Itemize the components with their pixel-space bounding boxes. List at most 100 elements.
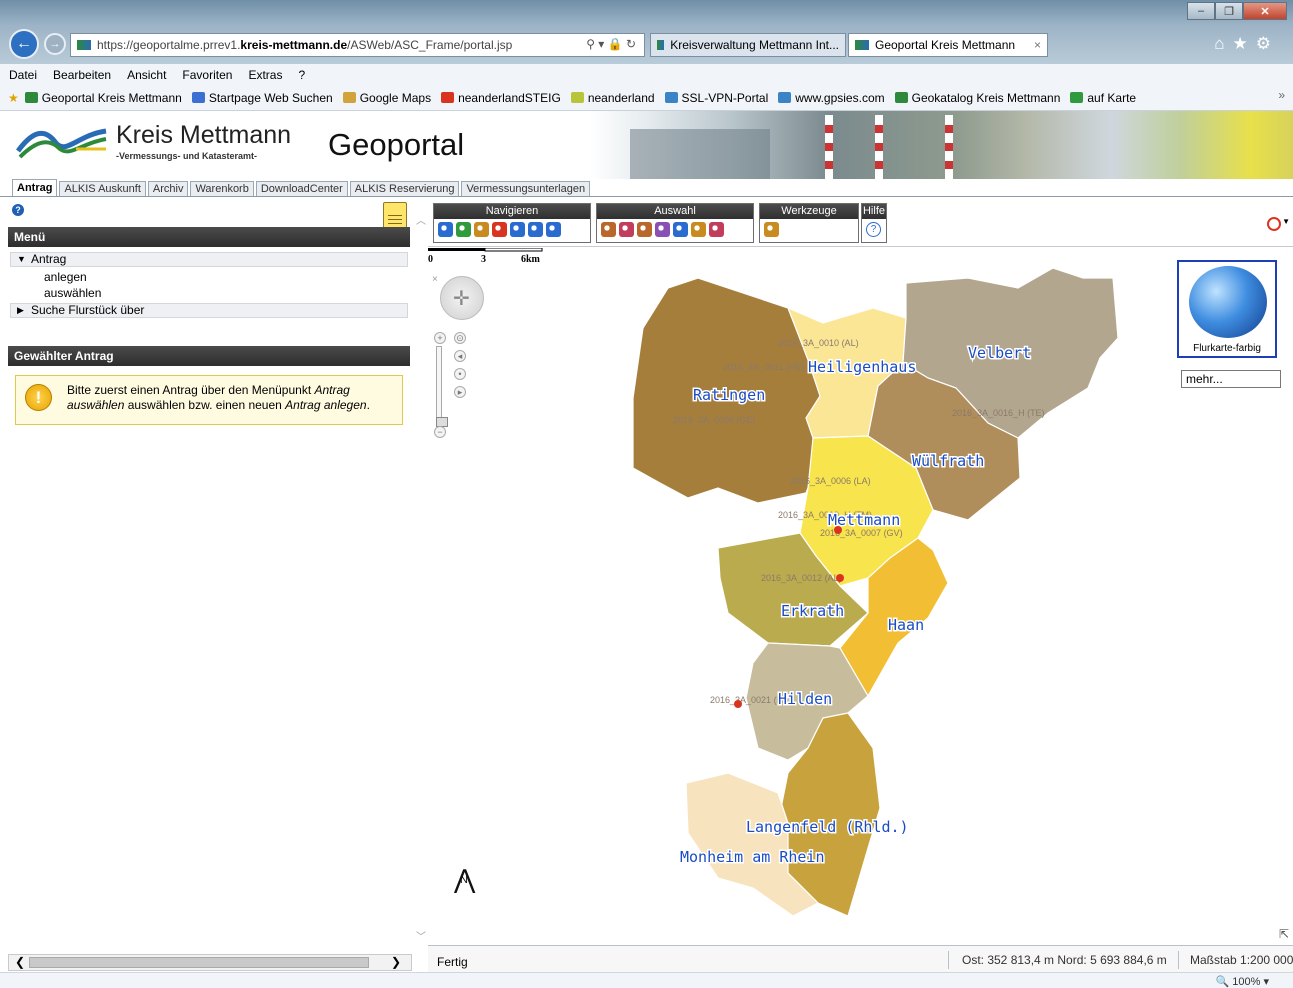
favorites-list: Geoportal Kreis Mettmann Startpage Web Su…	[24, 90, 1146, 105]
toolbar-group-help: Hilfe ?	[861, 203, 887, 243]
chevron-down-icon[interactable]: ▼	[1282, 217, 1290, 226]
favorite-item[interactable]: auf Karte	[1070, 91, 1136, 105]
tab-archiv[interactable]: Archiv	[147, 181, 189, 196]
map-view[interactable]: 2016_3A_0008 (GE) Ratingen 2016_3A_0010 (A…	[428, 248, 1293, 943]
zoom-level[interactable]: 🔍 100% ▾	[1216, 975, 1269, 988]
selection-tool-icon[interactable]	[709, 222, 724, 237]
scroll-left-icon[interactable]: ❮	[15, 955, 25, 969]
menu-item-auswaehlen[interactable]: auswählen	[44, 286, 101, 300]
favorites-star-icon[interactable]: ★	[1233, 34, 1256, 53]
region-code-label: 2016_3A_0011 (HE)	[723, 362, 804, 372]
home-icon[interactable]: ⌂	[1214, 34, 1232, 53]
navigate-tool-icon[interactable]	[438, 222, 453, 237]
tab-downloadcenter[interactable]: DownloadCenter	[255, 181, 348, 196]
tab-alkis-auskunft[interactable]: ALKIS Auskunft	[59, 181, 146, 196]
navigate-tool-icon[interactable]	[546, 222, 561, 237]
address-bar[interactable]: https://geoportalme.prrev1. kreis-mettman…	[70, 33, 645, 57]
tab-antrag[interactable]: Antrag	[12, 179, 58, 196]
panel-horizontal-scrollbar[interactable]: ❮ ❯	[8, 954, 412, 971]
favorite-item[interactable]: www.gpsies.com	[778, 91, 885, 105]
close-window-button[interactable]: ✕	[1243, 2, 1287, 20]
favorites-more-icon[interactable]: »	[1278, 88, 1285, 102]
favorite-icon	[1070, 92, 1084, 103]
browser-tools-icons[interactable]: ⌂★⚙	[1214, 34, 1279, 54]
pan-control[interactable]	[440, 276, 484, 320]
group-title: Hilfe	[862, 204, 886, 219]
scroll-down-icon[interactable]: ﹀	[415, 928, 427, 943]
minimize-button[interactable]: –	[1187, 2, 1215, 20]
zoom-full-icon[interactable]: ⊙	[454, 332, 466, 344]
marker-hilden[interactable]	[734, 700, 742, 708]
info-text-a: Bitte zuerst einen Antrag über den Menüp…	[67, 383, 315, 397]
selection-tool-icon[interactable]	[691, 222, 706, 237]
selection-tool-icon[interactable]	[619, 222, 634, 237]
zoom-slider[interactable]	[436, 346, 448, 427]
selection-tool-icon[interactable]	[601, 222, 616, 237]
map-svg[interactable]: 2016_3A_0008 (GE) Ratingen 2016_3A_0010 (A…	[428, 248, 1293, 943]
menu-favoriten[interactable]: Favoriten	[182, 68, 232, 82]
tab-close-icon[interactable]: ×	[1034, 38, 1041, 52]
panel-vertical-scrollbar[interactable]: ︿ ﹀	[414, 212, 428, 943]
favorite-item[interactable]: Geokatalog Kreis Mettmann	[894, 91, 1060, 105]
selection-tool-icon[interactable]	[655, 222, 670, 237]
menu-ansicht[interactable]: Ansicht	[127, 68, 166, 82]
resize-corner-icon[interactable]: ⇱	[1279, 927, 1289, 941]
favorite-label: Startpage Web Suchen	[208, 90, 333, 105]
building-shape	[630, 129, 770, 179]
maximize-button[interactable]: ❐	[1215, 2, 1243, 20]
scroll-right-icon[interactable]: ❯	[391, 955, 401, 969]
favorite-item[interactable]: Geoportal Kreis Mettmann	[24, 91, 182, 105]
gear-icon[interactable]: ⚙	[1256, 34, 1279, 53]
basemap-switcher[interactable]: Flurkarte-farbig	[1177, 260, 1277, 358]
navigate-tool-icon[interactable]	[474, 222, 489, 237]
center-icon[interactable]: •	[454, 368, 466, 380]
zoom-out-icon[interactable]: −	[434, 426, 446, 438]
region-code-label: 2016_3A_0008 (GE)	[673, 415, 756, 425]
marker-erkrath[interactable]	[836, 574, 844, 582]
region-name-label: Wülfrath	[912, 452, 984, 470]
back-button[interactable]: ←	[9, 29, 39, 59]
navigate-tool-icon[interactable]	[510, 222, 525, 237]
navigate-tool-icon[interactable]	[492, 222, 507, 237]
help-icon[interactable]: ?	[12, 204, 24, 216]
marker-mettmann[interactable]	[834, 526, 842, 534]
tools-tools	[760, 219, 858, 240]
tab-warenkorb[interactable]: Warenkorb	[190, 181, 254, 196]
navigate-tool-icon[interactable]	[528, 222, 543, 237]
tab-alkis-reservierung[interactable]: ALKIS Reservierung	[349, 181, 460, 196]
overview-close-icon[interactable]: ×	[432, 274, 438, 285]
navigate-tool-icon[interactable]	[456, 222, 471, 237]
more-basemaps-select[interactable]: mehr...	[1181, 370, 1281, 388]
browser-tab-geoportal[interactable]: Geoportal Kreis Mettmann ×	[848, 33, 1048, 57]
selection-tool-icon[interactable]	[673, 222, 688, 237]
menu-item-suche-flurstueck[interactable]: ▶ Suche Flurstück über	[10, 303, 408, 318]
menu-bearbeiten[interactable]: Bearbeiten	[53, 68, 111, 82]
favorites-star-icon[interactable]: ★	[8, 91, 19, 105]
favorite-item[interactable]: Google Maps	[342, 91, 431, 105]
header-photo-banner	[590, 111, 1293, 179]
browser-tab-kreisverwaltung[interactable]: Kreisverwaltung Mettmann Int...	[650, 33, 846, 57]
favorite-item[interactable]: Startpage Web Suchen	[191, 90, 333, 105]
menu-help[interactable]: ?	[298, 68, 305, 82]
pan-left-icon[interactable]: ◂	[454, 350, 466, 362]
tool-tool-icon[interactable]	[764, 222, 779, 237]
scroll-thumb[interactable]	[29, 957, 369, 968]
address-tools-icons[interactable]: ⚲ ▾ 🔒 ↻	[586, 37, 636, 51]
pan-right-icon[interactable]: ▸	[454, 386, 466, 398]
menu-item-anlegen[interactable]: anlegen	[44, 270, 87, 284]
scroll-up-icon[interactable]: ︿	[415, 212, 427, 227]
menu-datei[interactable]: Datei	[9, 68, 37, 82]
forward-button[interactable]: →	[44, 33, 66, 55]
help-tool-icon[interactable]: ?	[866, 222, 881, 237]
zoom-control[interactable]: + ⊙ ◂ • ▸ −	[432, 330, 478, 438]
menu-item-antrag[interactable]: ▼ Antrag	[10, 252, 408, 267]
tab-vermessungsunterlagen[interactable]: Vermessungsunterlagen	[461, 181, 591, 196]
favorite-item[interactable]: SSL-VPN-Portal	[664, 91, 768, 105]
menu-extras[interactable]: Extras	[248, 68, 282, 82]
selection-tool-icon[interactable]	[637, 222, 652, 237]
zoom-in-icon[interactable]: +	[434, 332, 446, 344]
favorite-item[interactable]: neanderland	[570, 91, 655, 105]
browser-window: – ❐ ✕ ← → https://geoportalme.prrev1. kre…	[0, 0, 1293, 988]
favorite-item[interactable]: neanderlandSTEIG	[441, 91, 561, 105]
logout-power-icon[interactable]	[1267, 217, 1281, 231]
